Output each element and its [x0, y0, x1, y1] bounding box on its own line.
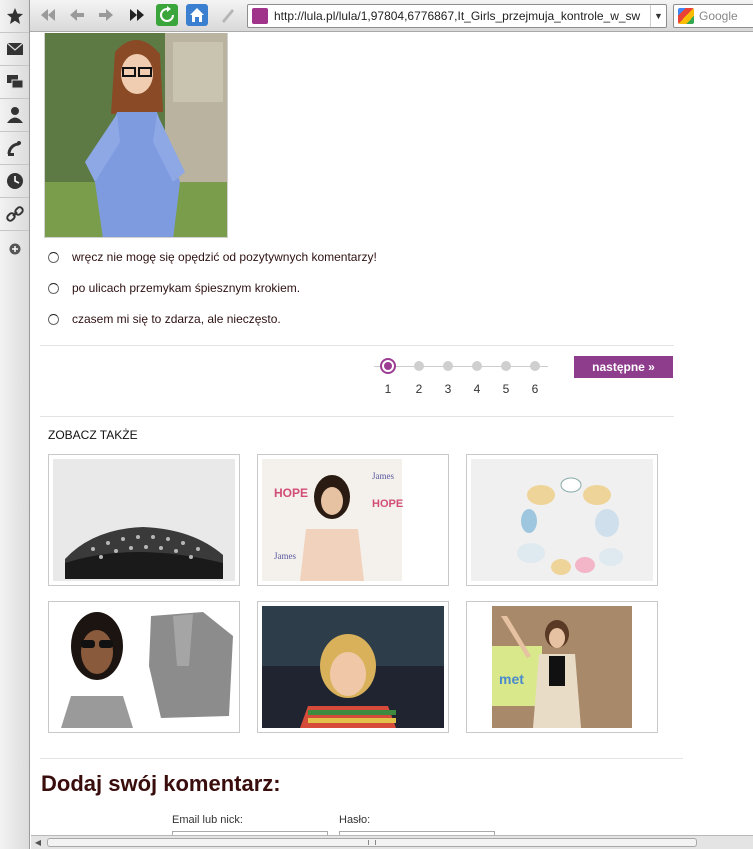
- history-icon[interactable]: [0, 165, 29, 198]
- scrollbar-grip-icon: [368, 840, 376, 845]
- password-label: Hasło:: [339, 814, 371, 826]
- feeds-icon[interactable]: [0, 132, 29, 165]
- email-label: Email lub nick:: [172, 814, 243, 826]
- divider: [40, 758, 683, 759]
- svg-text:met: met: [499, 671, 524, 687]
- pager-number[interactable]: 1: [380, 382, 396, 396]
- star-icon[interactable]: [0, 0, 29, 33]
- rewind-icon[interactable]: [36, 3, 60, 27]
- see-also-thumbnail[interactable]: [257, 601, 449, 733]
- pager-dot-current[interactable]: [380, 358, 396, 374]
- svg-text:HOPE: HOPE: [372, 498, 403, 510]
- celebrity-event-photo: HOPE James HOPE James: [262, 459, 444, 581]
- panel-sidebar: [0, 0, 30, 849]
- chat-icon[interactable]: [0, 66, 29, 99]
- fast-forward-icon[interactable]: [125, 3, 149, 27]
- google-icon: [678, 8, 694, 24]
- see-also-thumbnail[interactable]: met: [466, 601, 658, 733]
- pager-dot[interactable]: [472, 361, 482, 371]
- see-also-heading: ZOBACZ TAKŻE: [48, 428, 138, 442]
- quiz-option[interactable]: czasem mi się to zdarza, ale nieczęsto.: [48, 310, 281, 328]
- shell-jewelry-photo: [471, 459, 653, 581]
- links-icon[interactable]: [0, 198, 29, 231]
- svg-text:HOPE: HOPE: [274, 486, 308, 500]
- pager-number[interactable]: 2: [411, 382, 427, 396]
- horizontal-scrollbar[interactable]: ◀: [31, 835, 753, 849]
- search-placeholder: Google: [699, 9, 738, 23]
- see-also-thumbnail[interactable]: HOPE James HOPE James: [257, 454, 449, 586]
- back-icon[interactable]: [65, 3, 89, 27]
- home-icon[interactable]: [185, 3, 209, 27]
- quiz-option[interactable]: po ulicach przemykam śpiesznym krokiem.: [48, 279, 300, 297]
- pager-dot[interactable]: [501, 361, 511, 371]
- studded-loafers-photo: [53, 459, 235, 581]
- pager-dot[interactable]: [443, 361, 453, 371]
- add-panel-icon[interactable]: [0, 236, 29, 262]
- site-favicon-icon: [252, 8, 268, 24]
- divider: [40, 345, 674, 346]
- contacts-icon[interactable]: [0, 99, 29, 132]
- address-bar[interactable]: http://lula.pl/lula/1,97804,6776867,It_G…: [247, 4, 667, 28]
- blonde-woman-photo: [262, 606, 444, 728]
- quiz-option-label: po ulicach przemykam śpiesznym krokiem.: [72, 281, 301, 295]
- quiz-photo: [44, 33, 228, 238]
- svg-text:James: James: [274, 551, 296, 561]
- see-also-thumbnail[interactable]: [48, 601, 240, 733]
- divider: [40, 416, 674, 417]
- quiz-pager: 1 2 3 4 5 6: [374, 355, 548, 399]
- pager-number[interactable]: 3: [440, 382, 456, 396]
- pager-number[interactable]: 6: [527, 382, 543, 396]
- see-also-thumbnail[interactable]: [466, 454, 658, 586]
- comment-form-title: Dodaj swój komentarz:: [41, 771, 281, 796]
- mail-icon[interactable]: [0, 33, 29, 66]
- quiz-option-label: czasem mi się to zdarza, ale nieczęsto.: [72, 312, 281, 326]
- pager-track: [374, 366, 548, 367]
- address-dropdown-icon[interactable]: ▼: [650, 5, 666, 27]
- pager-dot[interactable]: [414, 361, 424, 371]
- address-url[interactable]: http://lula.pl/lula/1,97804,6776867,It_G…: [274, 9, 648, 23]
- browser-toolbar: http://lula.pl/lula/1,97804,6776867,It_G…: [0, 0, 753, 32]
- page-content: wręcz nie mogę się opędzić od pozytywnyc…: [31, 33, 753, 835]
- radio-button[interactable]: [48, 282, 59, 294]
- radio-button[interactable]: [48, 313, 59, 325]
- quiz-option[interactable]: wręcz nie mogę się opędzić od pozytywnyc…: [48, 248, 377, 266]
- search-box[interactable]: Google: [673, 4, 753, 28]
- see-also-thumbnail[interactable]: [48, 454, 240, 586]
- forward-icon[interactable]: [94, 3, 118, 27]
- next-button[interactable]: następne »: [574, 356, 673, 378]
- scroll-left-icon[interactable]: ◀: [31, 836, 45, 849]
- tv-show-photo: met: [471, 606, 653, 728]
- pager-number[interactable]: 4: [469, 382, 485, 396]
- scrollbar-thumb[interactable]: [47, 838, 697, 847]
- pager-dot[interactable]: [530, 361, 540, 371]
- radio-button[interactable]: [48, 251, 59, 263]
- quiz-option-label: wręcz nie mogę się opędzić od pozytywnyc…: [72, 250, 377, 264]
- edit-icon[interactable]: [216, 3, 240, 27]
- pager-number[interactable]: 5: [498, 382, 514, 396]
- reload-icon[interactable]: [155, 3, 179, 27]
- sunglasses-girl-photo: [53, 606, 235, 728]
- svg-text:James: James: [372, 471, 394, 481]
